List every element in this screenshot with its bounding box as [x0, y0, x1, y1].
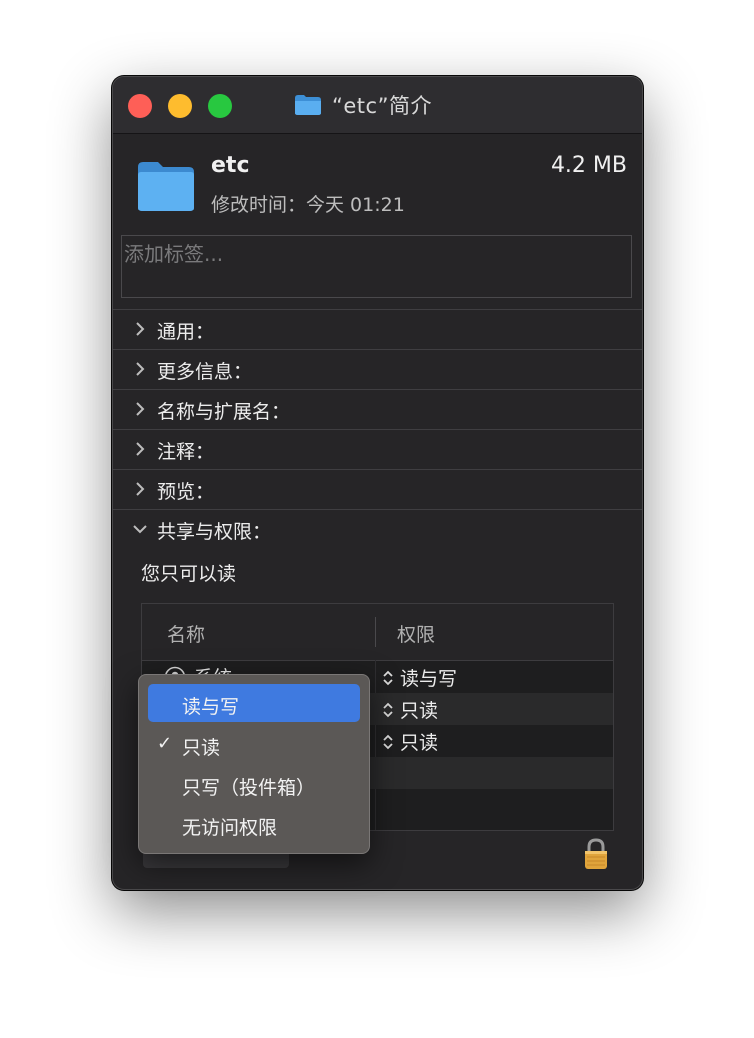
section-label: 共享与权限： [157, 521, 272, 543]
section-name-extension[interactable]: 名称与扩展名： [113, 389, 642, 430]
permission-popup[interactable]: 只读 [382, 728, 438, 755]
minimize-button[interactable] [168, 94, 192, 118]
menu-item-read-write[interactable]: 读与写 [148, 684, 360, 722]
section-sharing-permissions[interactable]: 共享与权限： [113, 509, 642, 550]
chevron-right-icon [136, 442, 145, 456]
permission-dropdown-menu: 读与写 ✓ 只读 只写（投件箱） 无访问权限 [138, 674, 370, 854]
section-more-info[interactable]: 更多信息： [113, 349, 642, 390]
modified-time: 修改时间：今天 01:21 [211, 194, 405, 216]
table-header: 名称 权限 [142, 604, 613, 661]
folder-icon [295, 95, 321, 115]
column-header-permission[interactable]: 权限 [397, 620, 435, 647]
chevron-right-icon [136, 402, 145, 416]
zoom-button[interactable] [208, 94, 232, 118]
close-button[interactable] [128, 94, 152, 118]
menu-item-write-only[interactable]: 只写（投件箱） [148, 765, 360, 803]
section-label: 更多信息： [157, 361, 253, 383]
permission-popup[interactable]: 只读 [382, 696, 438, 723]
section-label: 预览： [157, 481, 215, 503]
section-label: 注释： [157, 441, 215, 463]
column-header-name[interactable]: 名称 [167, 620, 205, 647]
permission-popup[interactable]: 读与写 [382, 664, 457, 691]
section-label: 名称与扩展名： [157, 401, 291, 423]
permission-value: 只读 [400, 732, 439, 754]
chevron-right-icon [136, 362, 145, 376]
menu-item-label: 只读 [182, 737, 221, 759]
chevron-right-icon [136, 482, 145, 496]
section-preview[interactable]: 预览： [113, 469, 642, 510]
lock-icon[interactable] [582, 837, 610, 871]
chevron-right-icon [136, 322, 145, 336]
window-title-group: “etc”简介 [294, 90, 432, 120]
updown-arrows-icon [383, 702, 393, 717]
section-general[interactable]: 通用： [113, 309, 642, 350]
window-title: “etc”简介 [332, 94, 432, 118]
permission-value: 读与写 [400, 668, 458, 690]
column-divider [375, 617, 376, 647]
tags-input[interactable]: 添加标签... [121, 235, 632, 298]
checkmark-icon: ✓ [157, 733, 173, 754]
file-name: etc [211, 153, 250, 178]
chevron-down-icon [133, 525, 147, 534]
menu-item-label: 读与写 [182, 696, 240, 718]
menu-item-no-access[interactable]: 无访问权限 [148, 805, 360, 843]
file-size: 4.2 MB [550, 153, 627, 178]
updown-arrows-icon [383, 670, 393, 685]
updown-arrows-icon [383, 734, 393, 749]
section-label: 通用： [157, 321, 215, 343]
menu-item-label: 只写（投件箱） [182, 777, 316, 799]
section-comments[interactable]: 注释： [113, 429, 642, 470]
menu-item-read-only[interactable]: ✓ 只读 [148, 725, 360, 763]
permission-value: 只读 [400, 700, 439, 722]
title-bar: “etc”简介 [113, 77, 642, 134]
sharing-note: 您只可以读 [141, 563, 237, 585]
menu-item-label: 无访问权限 [182, 817, 278, 839]
folder-large-icon [138, 162, 194, 211]
